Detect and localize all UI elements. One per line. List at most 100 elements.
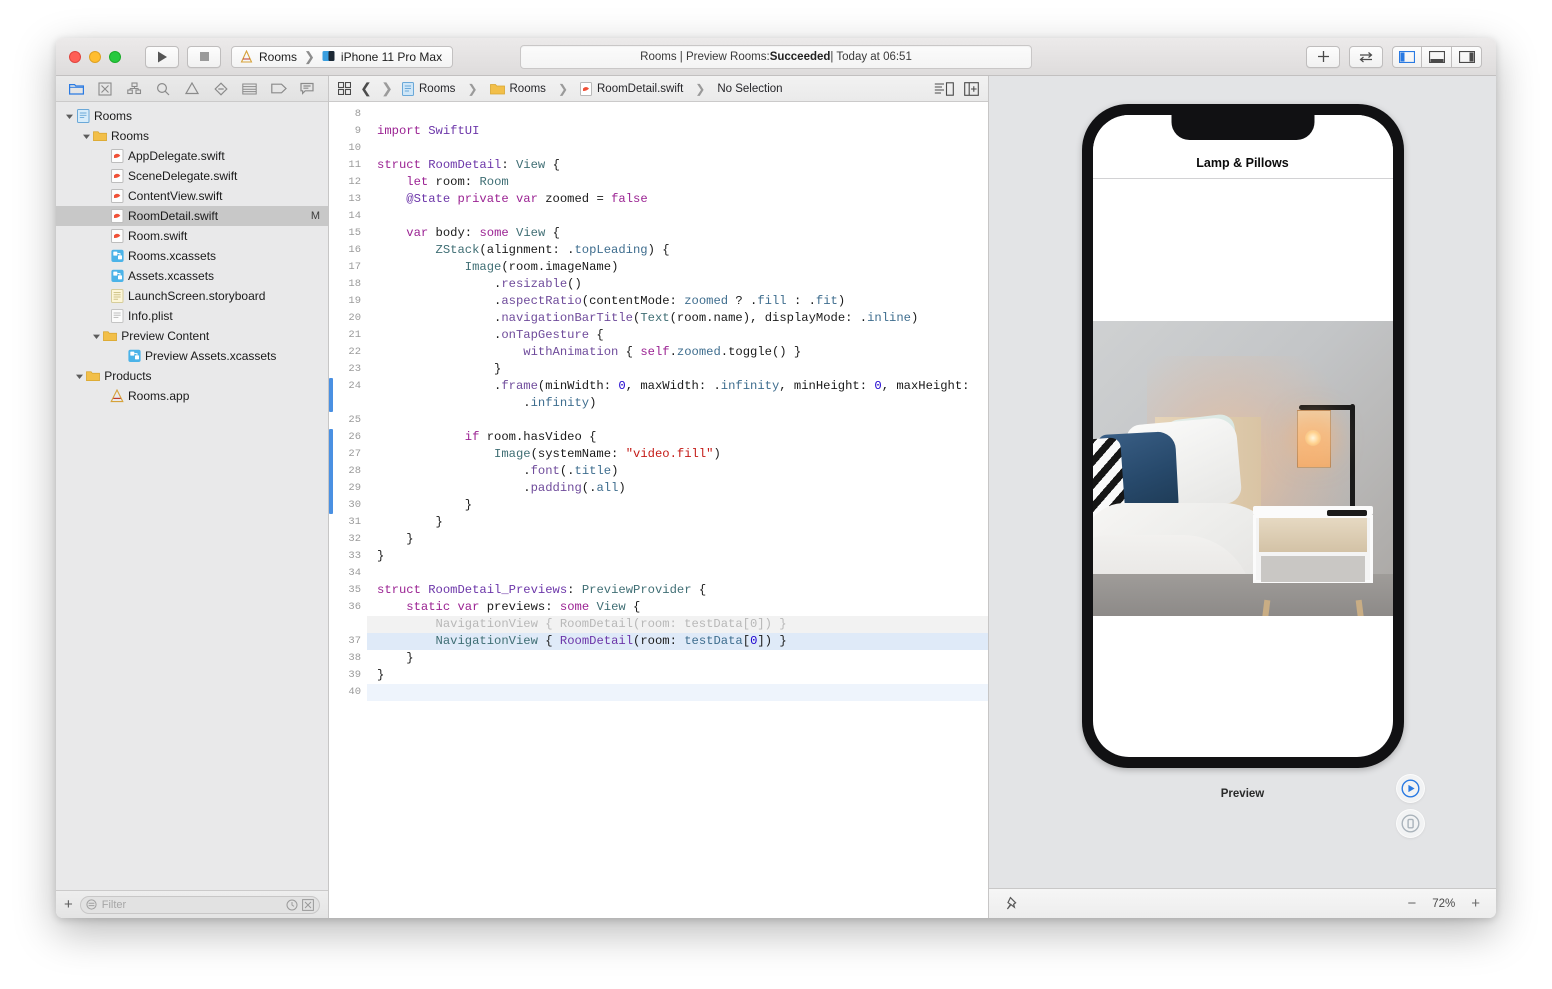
code-line[interactable]: Image(systemName: "video.fill")	[367, 446, 988, 463]
code-line[interactable]: let room: Room	[367, 174, 988, 191]
code-line[interactable]: .aspectRatio(contentMode: zoomed ? .fill…	[367, 293, 988, 310]
related-items-icon[interactable]	[338, 82, 351, 95]
add-button[interactable]	[1306, 45, 1340, 68]
tree-item[interactable]: AppDelegate.swift	[56, 146, 328, 166]
disclosure-triangle-icon[interactable]	[64, 111, 74, 121]
minimap-icon[interactable]	[934, 81, 954, 96]
code-line[interactable]: static var previews: some View {	[367, 599, 988, 616]
code-line[interactable]: struct RoomDetail: View {	[367, 157, 988, 174]
tree-item[interactable]: LaunchScreen.storyboard	[56, 286, 328, 306]
add-file-button[interactable]: +	[64, 897, 73, 912]
scheme-selector[interactable]: Rooms ❯ iPhone 11 Pro Max	[231, 45, 454, 68]
code-line[interactable]: }	[367, 361, 988, 378]
code-line[interactable]: @State private var zoomed = false	[367, 191, 988, 208]
zoom-window-button[interactable]	[109, 50, 121, 63]
code-line[interactable]: withAnimation { self.zoomed.toggle() }	[367, 344, 988, 361]
pin-icon[interactable]	[1005, 896, 1020, 911]
disclosure-triangle-icon[interactable]	[74, 371, 84, 381]
code-line[interactable]	[367, 140, 988, 157]
code-line[interactable]: var body: some View {	[367, 225, 988, 242]
clock-icon[interactable]	[286, 899, 298, 911]
code-line[interactable]: .frame(minWidth: 0, maxWidth: .infinity,…	[367, 378, 988, 395]
toggle-debug-area-button[interactable]	[1422, 45, 1452, 68]
minimize-window-button[interactable]	[89, 50, 101, 63]
stop-button[interactable]	[187, 45, 221, 68]
code-line[interactable]: NavigationView { RoomDetail(room: testDa…	[367, 633, 988, 650]
filter-field[interactable]: Filter	[79, 895, 320, 914]
close-window-button[interactable]	[69, 50, 81, 63]
change-bar[interactable]	[329, 429, 333, 514]
breakpoint-navigator-tab[interactable]	[269, 80, 289, 98]
inspect-device-button[interactable]	[1397, 810, 1424, 837]
code-line[interactable]: NavigationView { RoomDetail(room: testDa…	[367, 616, 988, 633]
code-line[interactable]	[367, 208, 988, 225]
code-line[interactable]: }	[367, 497, 988, 514]
code-line[interactable]: .navigationBarTitle(Text(room.name), dis…	[367, 310, 988, 327]
project-navigator-tab[interactable]	[66, 80, 86, 98]
tree-item[interactable]: Rooms.xcassets	[56, 246, 328, 266]
code-line[interactable]	[367, 565, 988, 582]
code-line[interactable]: .infinity)	[367, 395, 988, 412]
code-line[interactable]	[367, 106, 988, 123]
issue-navigator-tab[interactable]	[182, 80, 202, 98]
breadcrumb-file[interactable]: RoomDetail.swift	[580, 81, 683, 96]
source-code[interactable]: import SwiftUI struct RoomDetail: View {…	[367, 102, 988, 918]
zoom-level-label[interactable]: 72%	[1432, 898, 1455, 910]
tree-item[interactable]: Preview Content	[56, 326, 328, 346]
breadcrumb-group[interactable]: Rooms	[489, 83, 546, 95]
add-editor-icon[interactable]	[964, 81, 979, 96]
code-line[interactable]: import SwiftUI	[367, 123, 988, 140]
code-line[interactable]: .onTapGesture {	[367, 327, 988, 344]
status-bar[interactable]: Rooms | Preview Rooms: Succeeded | Today…	[520, 44, 1032, 69]
tree-item[interactable]: RoomDetail.swift M	[56, 206, 328, 226]
canvas-stage[interactable]: Lamp & Pillows Preview	[989, 76, 1496, 888]
code-line[interactable]: }	[367, 531, 988, 548]
project-navigator-tree[interactable]: Rooms Rooms AppDelegate.swift SceneDelegate…	[56, 102, 328, 890]
navigate-forward-button[interactable]: ❯	[381, 80, 393, 97]
run-button[interactable]	[145, 45, 179, 68]
test-navigator-tab[interactable]	[211, 80, 231, 98]
source-control-filter-icon[interactable]	[302, 898, 314, 911]
toggle-inspector-button[interactable]	[1452, 45, 1482, 68]
tree-item[interactable]: Rooms	[56, 106, 328, 126]
toggle-assistant-button[interactable]	[1349, 45, 1383, 68]
tree-item[interactable]: Products	[56, 366, 328, 386]
disclosure-triangle-icon[interactable]	[91, 331, 101, 341]
symbol-navigator-tab[interactable]	[124, 80, 144, 98]
zoom-in-button[interactable]: +	[1471, 895, 1480, 912]
preview-device[interactable]: Lamp & Pillows	[1081, 104, 1404, 768]
change-bar[interactable]	[329, 378, 333, 412]
code-line[interactable]: }	[367, 548, 988, 565]
code-line[interactable]: struct RoomDetail_Previews: PreviewProvi…	[367, 582, 988, 599]
report-navigator-tab[interactable]	[297, 80, 317, 98]
code-line[interactable]: .resizable()	[367, 276, 988, 293]
zoom-out-button[interactable]: −	[1407, 895, 1416, 912]
breadcrumb-selection[interactable]: No Selection	[717, 83, 782, 95]
debug-navigator-tab[interactable]	[240, 80, 260, 98]
code-line[interactable]	[367, 412, 988, 429]
tree-item[interactable]: Room.swift	[56, 226, 328, 246]
disclosure-triangle-icon[interactable]	[81, 131, 91, 141]
code-line[interactable]	[367, 684, 988, 701]
breadcrumb-project[interactable]: Rooms	[402, 81, 455, 96]
tree-item[interactable]: Info.plist	[56, 306, 328, 326]
code-line[interactable]: }	[367, 650, 988, 667]
tree-item[interactable]: Rooms	[56, 126, 328, 146]
navigate-back-button[interactable]: ❮	[360, 80, 372, 97]
code-line[interactable]: Image(room.imageName)	[367, 259, 988, 276]
code-line[interactable]: if room.hasVideo {	[367, 429, 988, 446]
tree-item[interactable]: Assets.xcassets	[56, 266, 328, 286]
toggle-navigator-button[interactable]	[1392, 45, 1422, 68]
code-editor[interactable]: 8 9 10 11 12 13 14 15 16 17 18 19 20 21 22 23 24 25 26 27 28…	[329, 102, 988, 918]
tree-item[interactable]: Rooms.app	[56, 386, 328, 406]
line-number-gutter[interactable]: 8 9 10 11 12 13 14 15 16 17 18 19 20 21 22 23 24 25 26 27 28…	[329, 102, 367, 918]
source-control-navigator-tab[interactable]	[95, 80, 115, 98]
tree-item[interactable]: SceneDelegate.swift	[56, 166, 328, 186]
find-navigator-tab[interactable]	[153, 80, 173, 98]
code-line[interactable]: }	[367, 667, 988, 684]
tree-item[interactable]: Preview Assets.xcassets	[56, 346, 328, 366]
tree-item[interactable]: ContentView.swift	[56, 186, 328, 206]
code-line[interactable]: .font(.title)	[367, 463, 988, 480]
live-preview-button[interactable]	[1397, 775, 1424, 802]
code-line[interactable]: }	[367, 514, 988, 531]
